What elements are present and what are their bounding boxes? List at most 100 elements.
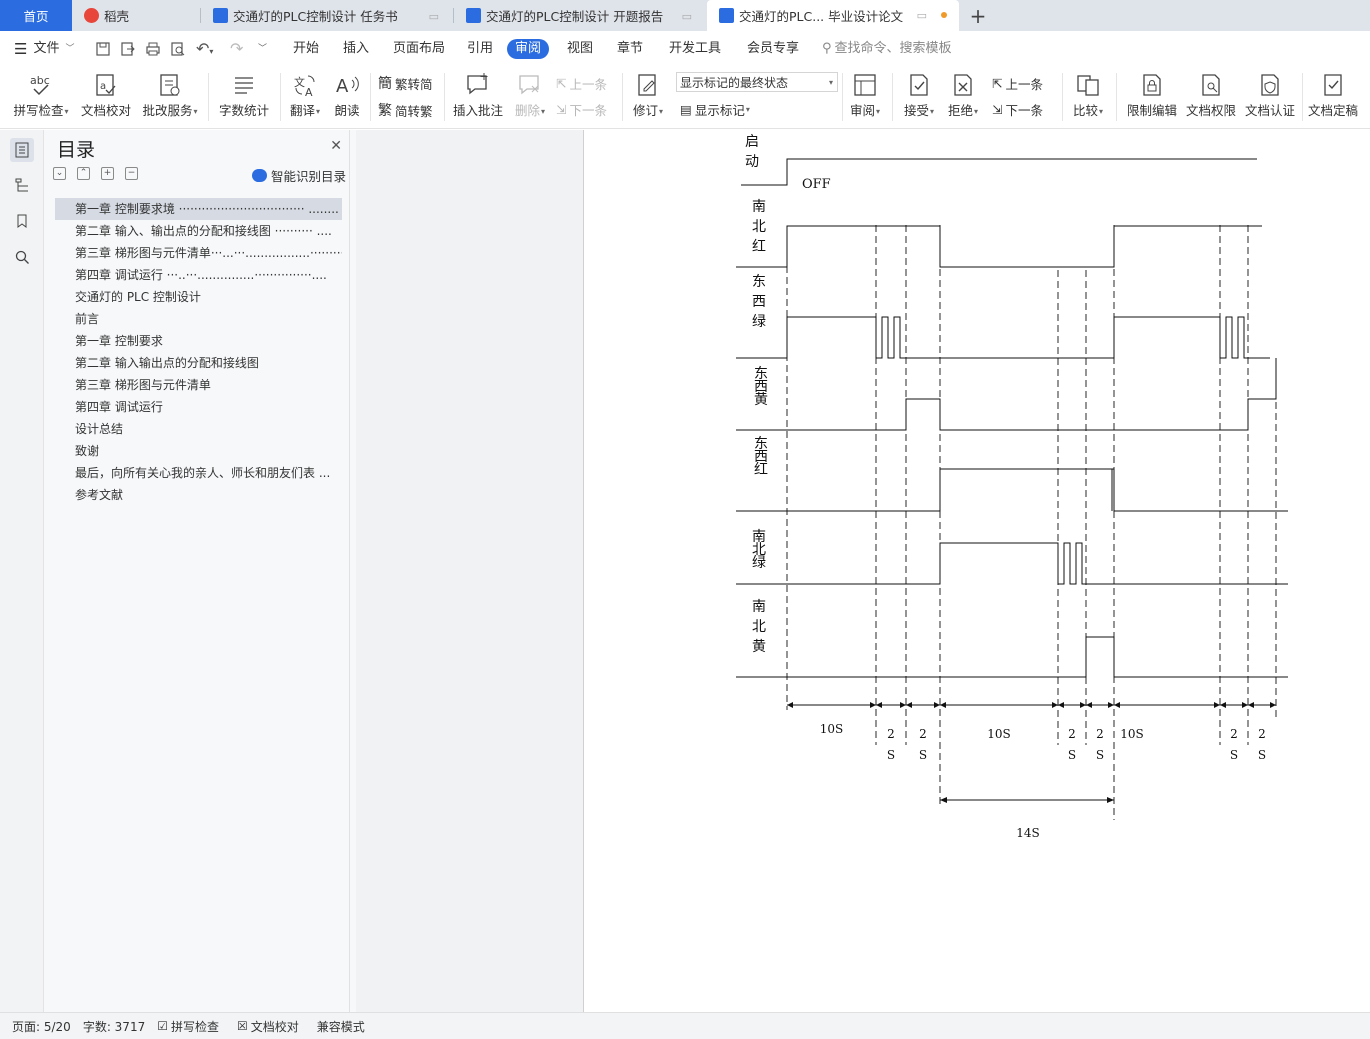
prev-change-button[interactable]: ⇱ 上一条	[992, 74, 1043, 93]
chapter-nav-icon[interactable]	[10, 173, 34, 197]
tab-thesis-doc[interactable]: 交通灯的PLC... 毕业设计论文 ▭	[707, 0, 959, 31]
toc-item[interactable]: 第二章 输入输出点的分配和接线图	[55, 352, 342, 374]
toc-nav-icon[interactable]	[10, 138, 34, 162]
word-count-indicator[interactable]: 字数: 3717	[83, 1018, 145, 1035]
ribbon-divider	[892, 73, 893, 121]
menu-tab-review[interactable]: 审阅	[507, 39, 550, 59]
doc-cert-button[interactable]: 文档认证	[1243, 67, 1297, 127]
prev-comment-button[interactable]: ⇱ 上一条	[556, 74, 607, 93]
status-proof-label: 文档校对	[250, 1019, 299, 1034]
collapse-all-icon[interactable]: ⌄	[53, 167, 66, 180]
remove-heading-icon[interactable]: −	[125, 167, 138, 180]
svg-text:文: 文	[294, 75, 305, 89]
signal-row-label: 启动	[745, 134, 759, 170]
markup-state-select[interactable]: 显示标记的最终状态 ▾	[676, 72, 838, 92]
toc-item[interactable]: 参考文献	[55, 484, 342, 506]
translate-button[interactable]: 文A 翻译▾	[286, 67, 324, 127]
save-quick-icon[interactable]	[95, 31, 111, 67]
tab-task-doc[interactable]: 交通灯的PLC控制设计 任务书 ▭	[201, 0, 453, 31]
float-window-icon[interactable]: ▭	[429, 10, 439, 23]
print-preview-icon[interactable]	[170, 31, 186, 67]
doc-cert-label: 文档认证	[1244, 103, 1295, 118]
toc-item[interactable]: 第一章 控制要求	[55, 330, 342, 352]
proofread-button[interactable]: a 文档校对	[80, 67, 132, 127]
tab-home[interactable]: 首页	[0, 0, 72, 31]
toc-item[interactable]: 第二章 输入、输出点的分配和接线图 ·········· ....	[55, 220, 342, 242]
toc-item[interactable]: 设计总结	[55, 418, 342, 440]
spell-check-button[interactable]: abc 拼写检查▾	[10, 67, 72, 127]
prev-change-icon: ⇱	[992, 76, 1003, 91]
simp-trad-label: 简转繁	[395, 103, 433, 119]
review-service-button[interactable]: 批改服务▾	[140, 67, 200, 127]
tab-bar: 首页 稻壳 交通灯的PLC控制设计 任务书 ▭ 交通灯的PLC控制设计 开题报告…	[0, 0, 1370, 31]
status-proofread[interactable]: ☒ 文档校对	[237, 1018, 299, 1035]
toc-item[interactable]: 第四章 调试运行	[55, 396, 342, 418]
toc-item[interactable]: 前言	[55, 308, 342, 330]
search-icon: ⚲	[822, 41, 832, 56]
customize-quick-access-icon[interactable]: ﹀	[258, 31, 267, 67]
file-menu[interactable]: ☰ 文件 ﹀	[14, 31, 74, 67]
menu-tab-chapter[interactable]: 章节	[617, 31, 643, 67]
spell-check-label: 拼写检查	[13, 103, 64, 118]
status-spell-check[interactable]: ☑ 拼写检查	[157, 1018, 219, 1035]
track-changes-button[interactable]: 修订▾	[628, 67, 668, 127]
arrow-head	[1058, 702, 1064, 708]
command-search[interactable]: ⚲ 查找命令、搜索模板	[822, 31, 952, 67]
menu-tab-insert[interactable]: 插入	[343, 31, 369, 67]
prev-change-label: 上一条	[1005, 77, 1043, 92]
toc-item[interactable]: 第三章 梯形图与元件清单···...···.................··…	[55, 242, 342, 264]
toc-item[interactable]: 第三章 梯形图与元件清单	[55, 374, 342, 396]
bookmark-icon[interactable]	[10, 209, 34, 233]
smart-toc-button[interactable]: 智能识别目录	[251, 166, 346, 185]
delete-comment-button[interactable]: 删除▾	[510, 67, 550, 127]
new-tab-button[interactable]: +	[966, 0, 990, 31]
menu-tab-view[interactable]: 视图	[567, 31, 593, 67]
menu-tab-member[interactable]: 会员专享	[747, 31, 799, 67]
doc-final-button[interactable]: 文档定稿	[1306, 67, 1360, 127]
tab-docer[interactable]: 稻壳	[72, 0, 200, 31]
toc-item[interactable]: 第一章 控制要求境 ······························…	[55, 198, 342, 220]
trad-to-simp-button[interactable]: 簡繁转简	[378, 73, 433, 93]
proofread-icon: a	[96, 74, 116, 96]
reject-button[interactable]: 拒绝▾	[944, 67, 982, 127]
tab-proposal-doc-label: 交通灯的PLC控制设计 开题报告	[486, 9, 664, 24]
add-heading-icon[interactable]: +	[101, 167, 114, 180]
float-window-icon[interactable]: ▭	[682, 10, 692, 23]
compare-button[interactable]: 比较▾	[1068, 67, 1108, 127]
export-pdf-icon[interactable]	[120, 31, 136, 67]
toc-item[interactable]: 第四章 调试运行 ···..···...............········…	[55, 264, 342, 286]
doc-rights-button[interactable]: 文档权限	[1184, 67, 1238, 127]
read-aloud-button[interactable]: A 朗读	[330, 67, 364, 127]
word-count-button[interactable]: 字数统计	[216, 67, 272, 127]
float-window-icon[interactable]: ▭	[917, 9, 927, 22]
search-icon[interactable]	[10, 245, 34, 269]
insert-comment-button[interactable]: 插入批注	[450, 67, 506, 127]
menu-tab-layout[interactable]: 页面布局	[393, 31, 445, 67]
expand-up-icon[interactable]: ⌃	[77, 167, 90, 180]
accept-button[interactable]: 接受▾	[900, 67, 938, 127]
print-icon[interactable]	[145, 31, 161, 67]
ribbon-divider	[622, 73, 623, 121]
page-indicator[interactable]: 页面: 5/20	[12, 1018, 71, 1035]
simp-to-trad-button[interactable]: 繁简转繁	[378, 100, 433, 120]
toc-item[interactable]: 致谢	[55, 440, 342, 462]
next-comment-button[interactable]: ⇲ 下一条	[556, 100, 607, 119]
ns-green-trace	[736, 542, 1288, 585]
menu-tab-references[interactable]: 引用	[467, 31, 493, 67]
redo-icon[interactable]: ↷	[230, 31, 243, 67]
show-markup-button[interactable]: ▤ 显示标记 ▾	[680, 100, 750, 119]
next-change-button[interactable]: ⇲ 下一条	[992, 100, 1043, 119]
menu-tab-start[interactable]: 开始	[293, 31, 319, 67]
menu-tab-developer[interactable]: 开发工具	[669, 31, 721, 67]
arrow-head	[1107, 797, 1114, 803]
restrict-edit-button[interactable]: 限制编辑	[1124, 67, 1180, 127]
review-pane-button[interactable]: 审阅▾	[846, 67, 884, 127]
tab-proposal-doc[interactable]: 交通灯的PLC控制设计 开题报告 ▭	[454, 0, 706, 31]
signal-row-label: 南北红	[752, 199, 766, 255]
close-icon[interactable]: ✕	[330, 138, 342, 154]
toc-item[interactable]: 交通灯的 PLC 控制设计	[55, 286, 342, 308]
undo-icon[interactable]: ↶▾	[196, 31, 213, 67]
toc-item[interactable]: 最后，向所有关心我的亲人、师长和朋友们表 ...	[55, 462, 342, 484]
duration-label: 2S	[919, 727, 927, 762]
ns-yellow-trace	[736, 636, 1288, 678]
